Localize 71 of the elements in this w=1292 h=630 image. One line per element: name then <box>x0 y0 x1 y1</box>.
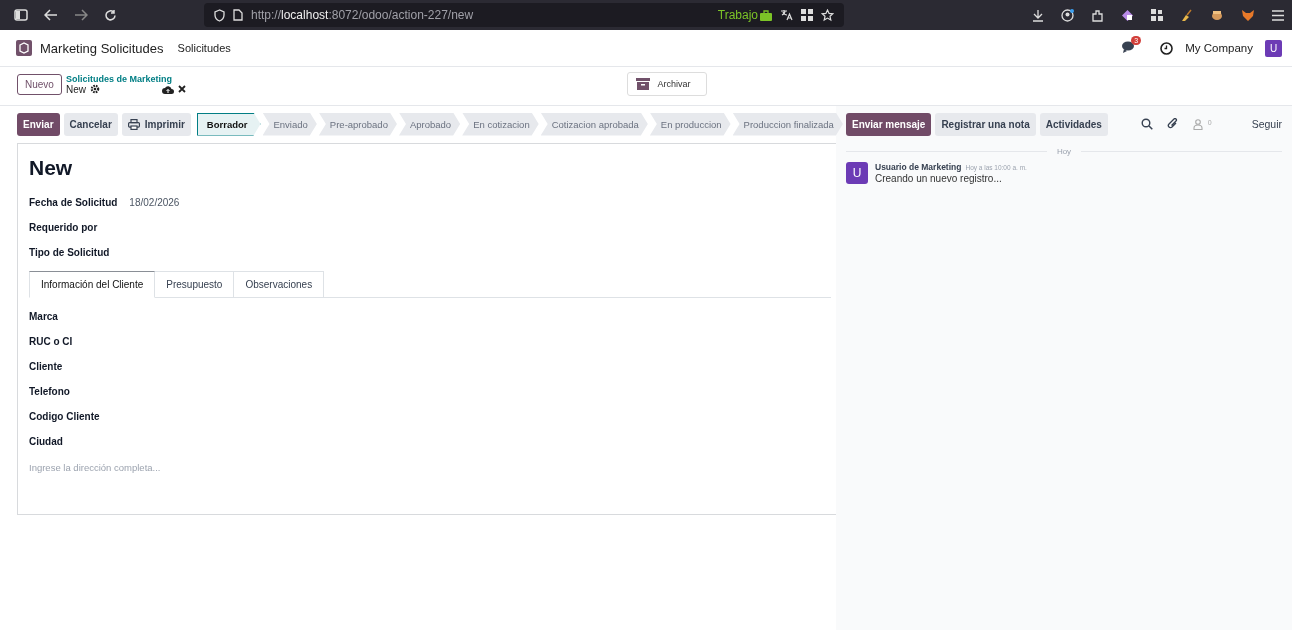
address-bar[interactable]: http://localhost:8072/odoo/action-227/new Trabajo <box>204 3 844 27</box>
account-icon[interactable] <box>1061 8 1074 22</box>
record-title: New <box>28 156 74 180</box>
author-avatar: U <box>846 162 868 184</box>
download-icon[interactable] <box>1032 8 1044 22</box>
status-stage[interactable]: Cotizacion aprobada <box>540 112 648 136</box>
translate-icon[interactable] <box>780 9 793 21</box>
status-stage[interactable]: Enviado <box>262 112 317 136</box>
clock-icon[interactable] <box>1160 41 1174 55</box>
shield-icon <box>214 8 225 22</box>
status-stage[interactable]: Produccion finalizada <box>732 112 843 136</box>
container-label: Trabajo <box>717 8 758 22</box>
fox-icon[interactable] <box>1241 8 1255 22</box>
printer-icon <box>127 118 140 130</box>
status-stage[interactable]: En produccion <box>649 112 731 136</box>
status-stage[interactable]: En cotizacion <box>462 112 539 136</box>
field-label: Cliente <box>29 361 63 372</box>
field-label: Fecha de Solicitud <box>29 197 118 208</box>
close-icon[interactable] <box>177 85 186 93</box>
cancel-button[interactable]: Cancelar <box>63 112 118 136</box>
date-separator: Hoy <box>1056 147 1072 156</box>
settings-icon[interactable] <box>89 84 100 94</box>
archive-button[interactable]: Archivar <box>627 72 708 96</box>
paperclip-icon[interactable] <box>1166 118 1179 130</box>
grid-icon[interactable] <box>801 9 813 21</box>
date-field[interactable]: 18/02/2026 <box>129 197 180 208</box>
page-icon <box>233 9 243 21</box>
archive-icon <box>636 78 651 90</box>
field-label: Requerido por <box>29 222 98 233</box>
sidebar-icon[interactable] <box>14 9 28 21</box>
message-author: Usuario de Marketing <box>875 162 962 172</box>
status-stage[interactable]: Pre-aprobado <box>318 112 397 136</box>
notebook-tab[interactable]: Observaciones <box>234 271 325 298</box>
apps-icon[interactable] <box>1151 9 1163 21</box>
chatter-button[interactable]: Registrar una nota <box>935 112 1036 136</box>
field-label: Telefono <box>29 386 70 397</box>
search-icon[interactable] <box>1140 118 1153 130</box>
url-text: http://localhost:8072/odoo/action-227/new <box>251 8 474 22</box>
print-button[interactable]: Imprimir <box>121 112 191 136</box>
follow-button[interactable]: Seguir <box>1251 118 1282 130</box>
menu-item[interactable]: Solicitudes <box>177 42 231 54</box>
status-stage[interactable]: Borrador <box>196 112 261 136</box>
back-icon[interactable] <box>44 9 58 21</box>
send-message-button[interactable]: Enviar mensaje <box>846 112 932 136</box>
field-label: Marca <box>29 311 58 322</box>
chatter-button[interactable]: Actividades <box>1039 112 1108 136</box>
person-icon <box>1192 118 1203 130</box>
field-label: RUC o CI <box>29 336 73 347</box>
breadcrumb-link[interactable]: Solicitudes de Marketing <box>65 73 226 84</box>
field-label: Codigo Cliente <box>29 411 100 422</box>
status-stage[interactable]: Aprobado <box>398 112 461 136</box>
diamond-icon[interactable] <box>1121 8 1134 22</box>
app-name[interactable]: Marketing Solicitudes <box>40 40 164 56</box>
send-button[interactable]: Enviar <box>17 112 60 136</box>
briefcase-icon <box>760 9 772 21</box>
forward-icon[interactable] <box>74 9 88 21</box>
menu-icon[interactable] <box>1272 9 1284 21</box>
company-switcher[interactable]: My Company <box>1185 42 1253 54</box>
reload-icon[interactable] <box>104 8 117 22</box>
new-button[interactable]: Nuevo <box>17 73 62 95</box>
notebook-tab[interactable]: Presupuesto <box>155 271 235 298</box>
extension-icon[interactable] <box>1091 8 1104 22</box>
cloud-upload-icon[interactable] <box>161 84 174 94</box>
star-icon[interactable] <box>821 8 834 22</box>
field-label: Tipo de Solicitud <box>29 247 110 258</box>
app-logo-icon[interactable] <box>16 40 32 56</box>
record-name: New <box>65 83 86 95</box>
user-avatar[interactable]: U <box>1265 39 1282 57</box>
notebook-tab[interactable]: Información del Cliente <box>29 271 156 298</box>
field-label: Ciudad <box>29 436 63 447</box>
message-body: Creando un nuevo registro... <box>875 173 1002 184</box>
